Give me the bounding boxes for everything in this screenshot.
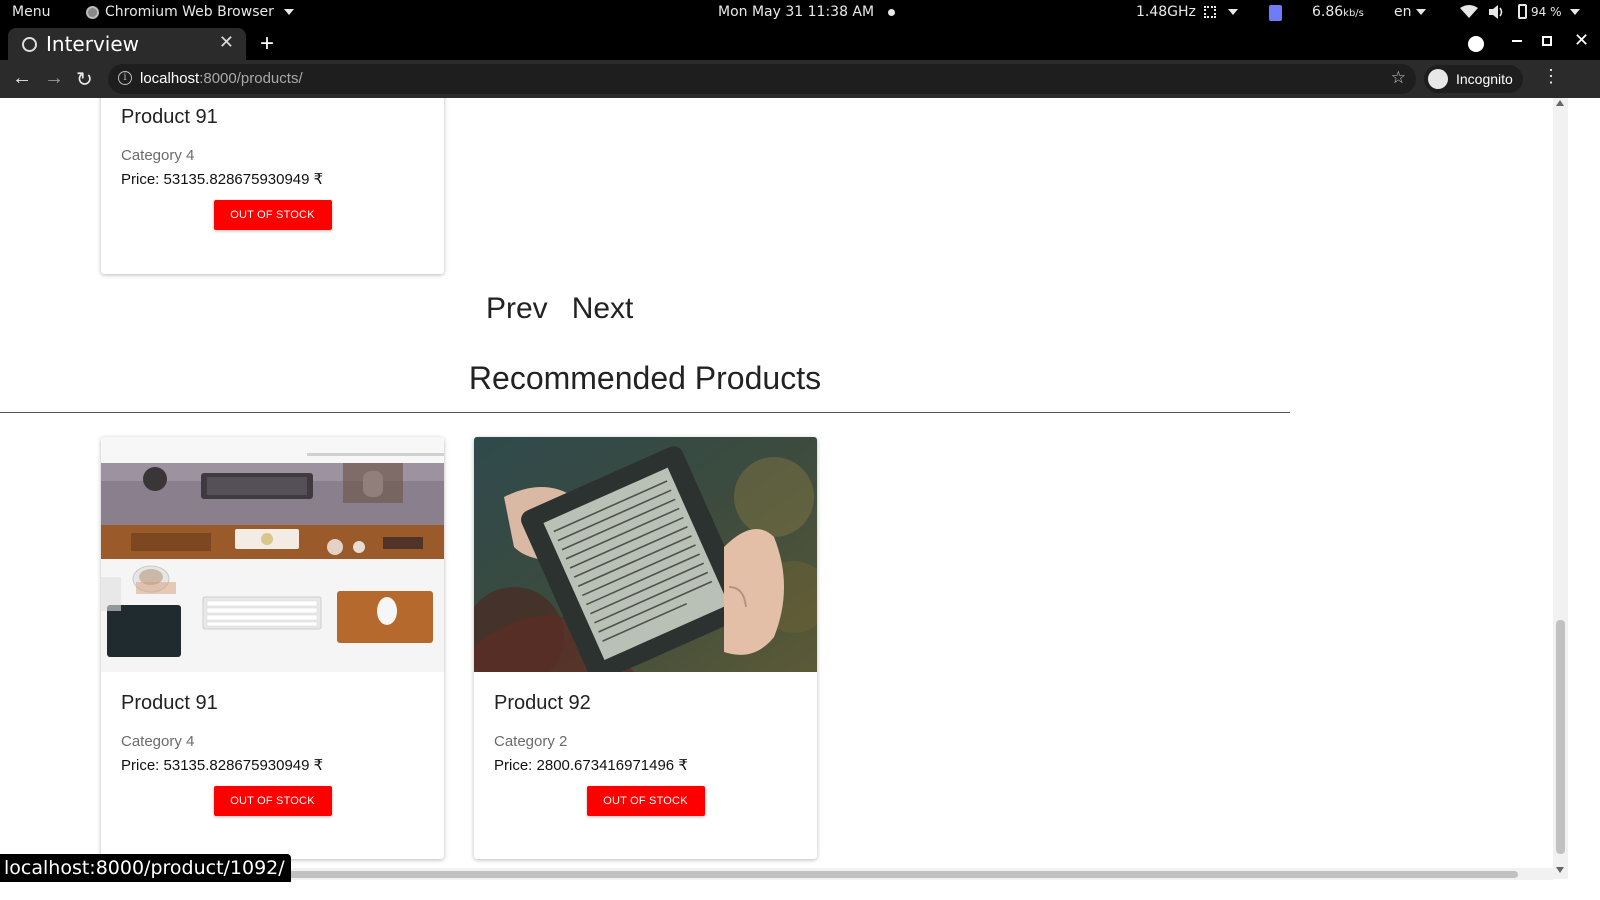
browser-menu-icon[interactable]: ⋮	[1542, 66, 1560, 87]
globe-icon	[22, 36, 37, 52]
scroll-up-arrow-icon[interactable]	[1556, 100, 1564, 106]
system-top-bar: Menu Chromium Web Browser Mon May 31 11:…	[0, 0, 1600, 26]
recommended-product-card[interactable]: Product 92 Category 2 Price: 2800.673416…	[474, 437, 817, 859]
chevron-down-icon	[283, 9, 294, 15]
desk-workspace-photo[interactable]	[101, 437, 444, 672]
minimize-window-button[interactable]	[1512, 40, 1522, 42]
window-bottom-edge	[0, 880, 1600, 900]
product-name: Product 91	[121, 692, 218, 714]
recommended-product-card[interactable]: Product 91 Category 4 Price: 53135.82867…	[101, 437, 444, 859]
tab-title: Interview	[46, 32, 139, 56]
product-name: Product 91	[121, 106, 218, 128]
new-tab-button[interactable]: +	[260, 30, 274, 58]
product-category: Category 2	[494, 733, 568, 750]
reload-button[interactable]: ↻	[76, 67, 93, 92]
link-status-bubble: localhost:8000/product/1092/	[0, 854, 291, 882]
forward-button[interactable]: →	[44, 67, 64, 90]
tab-search-icon[interactable]	[1468, 36, 1484, 52]
notes-icon[interactable]	[1269, 5, 1282, 21]
vertical-scrollbar[interactable]	[1553, 98, 1568, 879]
language-text: en	[1394, 4, 1412, 20]
battery-percentage: 94 %	[1531, 4, 1562, 19]
recommended-products-heading: Recommended Products	[468, 360, 822, 396]
cpu-chip-icon	[1203, 6, 1216, 18]
out-of-stock-button[interactable]: OUT OF STOCK	[213, 200, 332, 230]
kindle-ereader-photo[interactable]	[474, 437, 817, 672]
out-of-stock-button[interactable]: OUT OF STOCK	[586, 786, 705, 816]
browser-tab-strip: Interview ✕ + ✕	[0, 26, 1600, 60]
product-price: Price: 2800.673416971496 ₹	[494, 757, 688, 774]
incognito-indicator[interactable]: Incognito	[1424, 65, 1523, 93]
back-button[interactable]: ←	[12, 67, 32, 90]
out-of-stock-button[interactable]: OUT OF STOCK	[213, 786, 332, 816]
system-clock[interactable]: Mon May 31 11:38 AM	[718, 4, 896, 20]
chromium-icon	[86, 5, 99, 19]
product-name: Product 92	[494, 692, 591, 714]
network-speed-unit: kb/s	[1343, 8, 1364, 19]
bookmark-star-icon[interactable]: ☆	[1391, 68, 1406, 88]
url-path: :8000/products/	[199, 70, 303, 87]
pagination: Prev Next	[486, 292, 633, 326]
system-menu-button[interactable]: Menu	[12, 4, 50, 20]
cpu-frequency-text: 1.48GHz	[1136, 4, 1196, 20]
url-text: localhost:8000/products/	[140, 70, 303, 87]
incognito-label: Incognito	[1456, 71, 1513, 87]
chevron-down-icon	[1569, 8, 1580, 15]
address-bar[interactable]: i localhost:8000/products/ ☆	[108, 64, 1416, 94]
page-viewport: Product 91 Category 4 Price: 53135.82867…	[0, 98, 1553, 879]
close-tab-icon[interactable]: ✕	[219, 32, 234, 53]
volume-icon[interactable]	[1488, 4, 1506, 24]
product-category: Category 4	[121, 147, 195, 164]
url-host: localhost	[140, 70, 200, 87]
vertical-scroll-thumb[interactable]	[1556, 620, 1565, 854]
browser-tab-active[interactable]: Interview ✕	[8, 28, 246, 60]
next-page-link[interactable]: Next	[572, 292, 634, 326]
chevron-down-icon	[1227, 9, 1238, 15]
prev-page-link[interactable]: Prev	[486, 292, 548, 326]
site-info-icon[interactable]: i	[118, 71, 132, 85]
section-divider	[0, 412, 1290, 413]
product-price: Price: 53135.828675930949 ₹	[121, 171, 324, 188]
browser-toolbar: ← → ↻ i localhost:8000/products/ ☆ Incog…	[0, 60, 1600, 98]
network-speed-value: 6.86	[1312, 4, 1344, 20]
close-window-button[interactable]: ✕	[1574, 30, 1589, 51]
keyboard-language-selector[interactable]: en	[1394, 4, 1426, 20]
active-app-menu[interactable]: Chromium Web Browser	[86, 4, 294, 20]
product-price: Price: 53135.828675930949 ₹	[121, 757, 324, 774]
battery-indicator[interactable]: 94 %	[1518, 4, 1580, 19]
active-app-name: Chromium Web Browser	[105, 4, 274, 20]
maximize-window-button[interactable]	[1542, 36, 1552, 46]
scroll-down-arrow-icon[interactable]	[1556, 867, 1564, 873]
network-speed-indicator: 6.86kb/s	[1312, 4, 1364, 20]
recording-dot-icon	[888, 8, 896, 16]
chevron-down-icon	[1415, 9, 1426, 15]
incognito-icon	[1428, 69, 1448, 89]
wifi-icon[interactable]	[1460, 5, 1478, 23]
clock-text: Mon May 31 11:38 AM	[718, 4, 875, 20]
product-category: Category 4	[121, 733, 195, 750]
battery-icon	[1518, 4, 1527, 19]
product-card[interactable]: Product 91 Category 4 Price: 53135.82867…	[101, 98, 444, 274]
cpu-frequency-indicator[interactable]: 1.48GHz	[1136, 4, 1238, 20]
